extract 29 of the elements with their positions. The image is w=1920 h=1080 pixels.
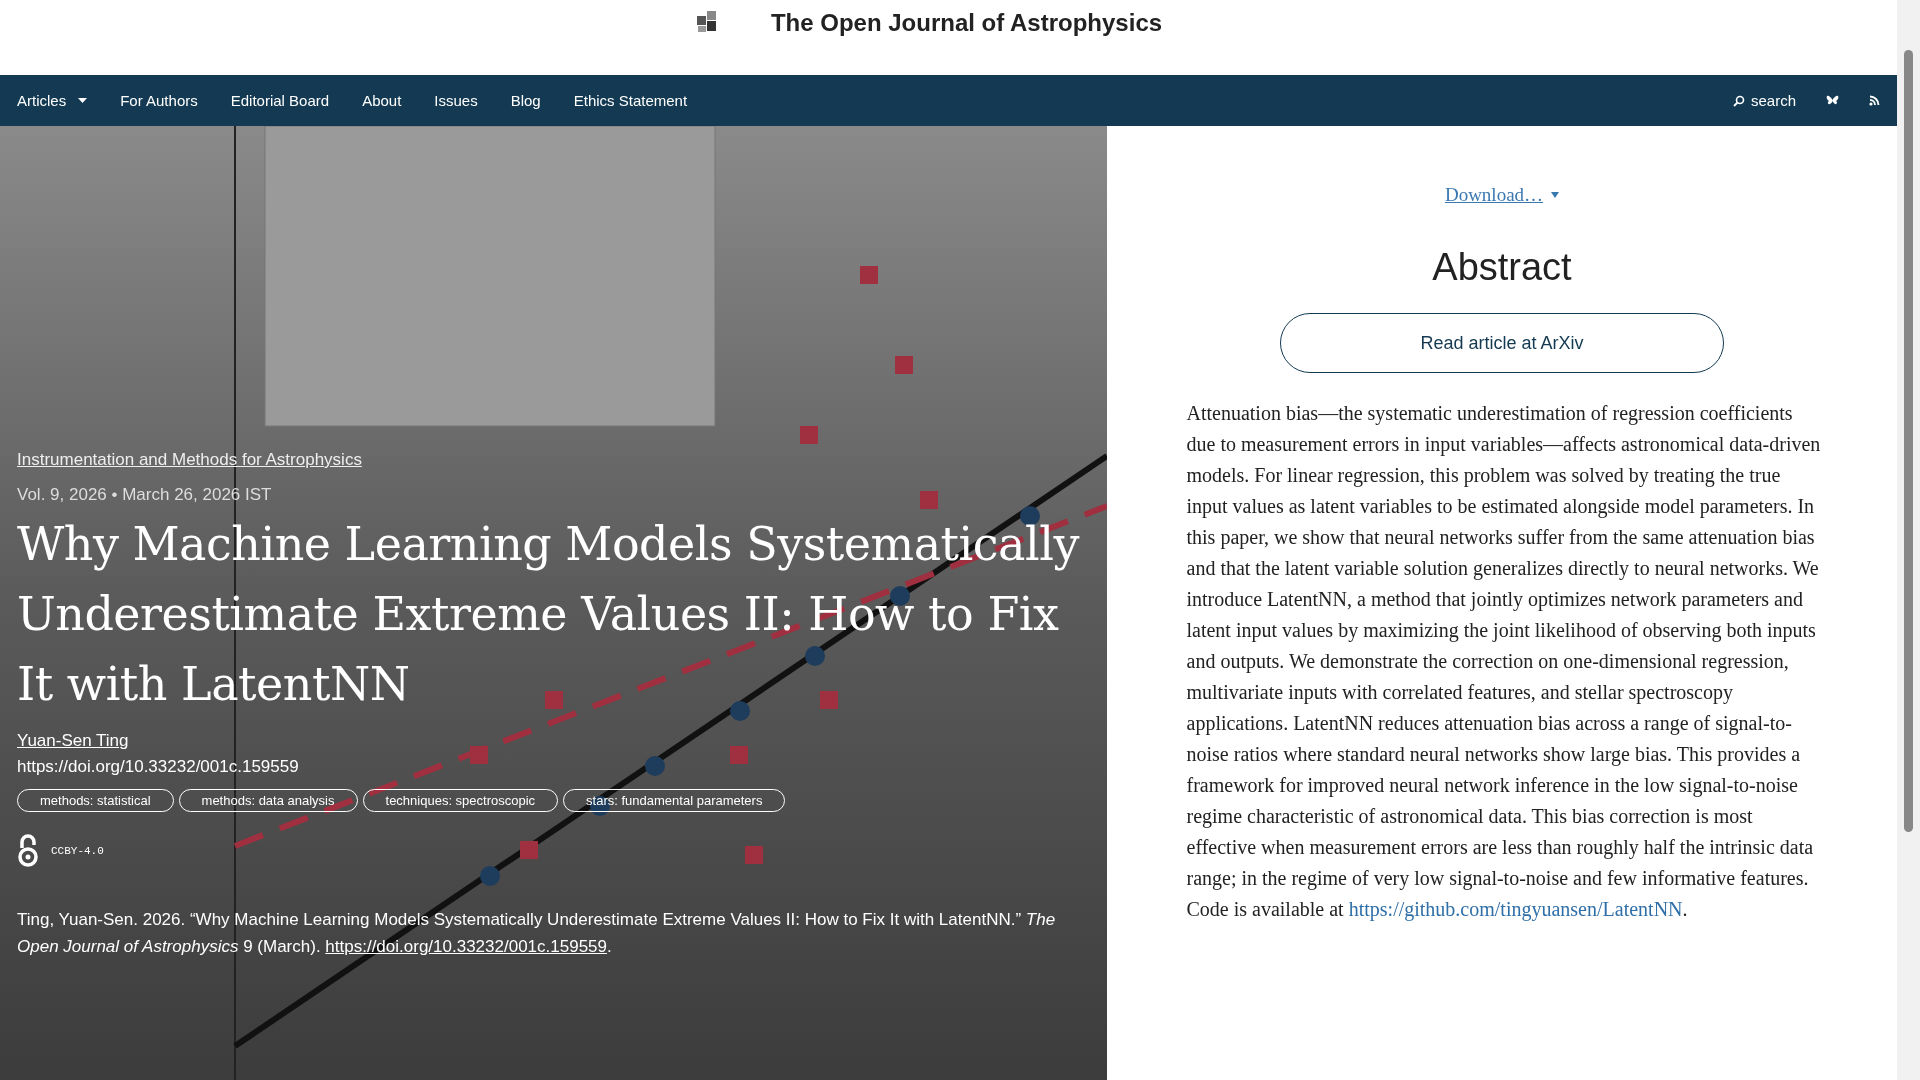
scrollbar-thumb[interactable]: [1904, 50, 1913, 832]
butterfly-icon[interactable]: [1826, 94, 1839, 107]
download-link[interactable]: Download…: [1444, 184, 1560, 206]
doi-text: https://doi.org/10.33232/001c.159559: [17, 757, 300, 777]
abstract-heading: Abstract: [1432, 246, 1572, 289]
open-access-icon: [17, 834, 39, 868]
nav-link[interactable]: Articles: [17, 92, 88, 109]
rss-icon[interactable]: [1869, 95, 1880, 106]
abstract-text: Attenuation bias—the systematic underestimation of regression coefficients due to measurement errors in input variables—affects astronomical data-driven models. For linear regression, this problem was solved by treating the true input values as latent variables to be estimated alongside model parameters. In this paper, we show that neural networks suffer from the same attenuation bias and that the latent variable solution generalizes directly to neural networks. We introduce LatentNN, a method that jointly optimizes network parameters and latent input values by maximizing the joint likelihood of observing both inputs and outputs. We demonstrate the correction on one-dimensional regression, multivariate inputs with correlated features, and stellar spectroscopy applications. LatentNN reduces attenuation bias across a range of signal-to-noise ratios where standard neural networks show large bias. This provides a framework for improved neural network inference in the low signal-to-noise regime characteristic of astronomical data. This bias correction is most effective when measurement errors are less than roughly half the intrinsic data range; in the regime of very low signal-to-noise and few informative features. Code is available at https://github.com/tingyuansen/LatentNN.: [1186, 401, 1822, 923]
site-title[interactable]: The Open Journal of Astrophysics: [770, 9, 1163, 37]
license-text: CCBY-4.0: [51, 845, 104, 857]
nav-link[interactable]: Blog: [510, 92, 541, 109]
nav-link[interactable]: For Authors: [120, 92, 198, 109]
nav-link[interactable]: About: [362, 92, 402, 109]
doi-link[interactable]: https://doi.org/10.33232/001c.159559: [325, 937, 607, 956]
nav-link[interactable]: Editorial Board: [230, 92, 330, 109]
nav-link[interactable]: Issues: [434, 92, 478, 109]
category-link[interactable]: Instrumentation and Methods for Astrophysics: [17, 450, 362, 470]
article-title: Why Machine Learning Models Systematically Underestimate Extreme Values II: How to Fix It with LatentNN: [17, 516, 1081, 713]
author-link[interactable]: Yuan-Sen Ting: [17, 731, 129, 751]
github-link[interactable]: https://github.com/tingyuansen/LatentNN: [1348, 898, 1683, 920]
logo-icon[interactable]: [694, 8, 719, 34]
scrollbar[interactable]: [1897, 0, 1920, 1080]
arxiv-button[interactable]: Read article at ArXiv: [1280, 313, 1724, 373]
search-link[interactable]: search: [1732, 92, 1796, 109]
search-icon: [1732, 94, 1745, 107]
caret-icon: [1551, 192, 1560, 198]
nav-link[interactable]: Ethics Statement: [573, 92, 688, 109]
citation-text: Ting, Yuan-Sen. 2026. “Why Machine Learning Models Systematically Underestimate Extreme Values II: How to Fix It with LatentNN.” The Open Journal of Astrophysics 9 (March). https://doi.org/10.33232/001c.159559.: [17, 909, 1057, 958]
